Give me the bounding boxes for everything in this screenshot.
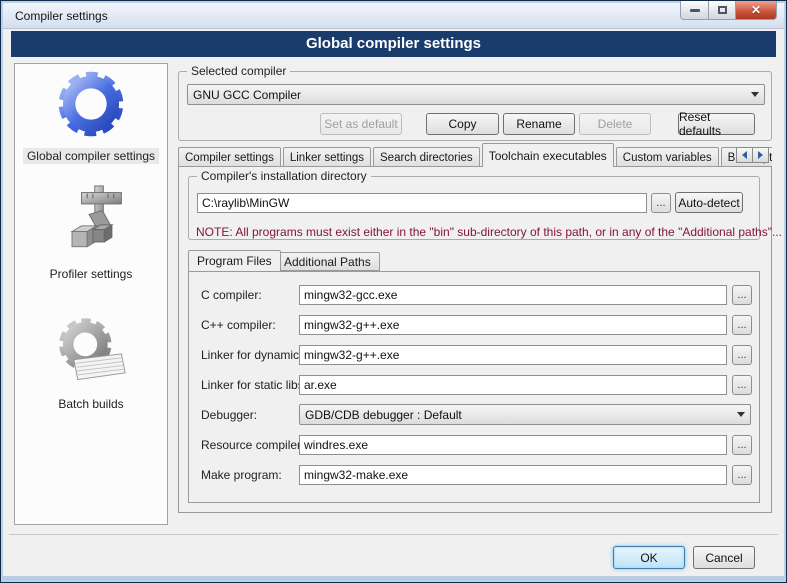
browse-make-program-button[interactable]: ... — [732, 465, 752, 485]
debugger-label: Debugger: — [201, 408, 257, 422]
tab-scroll-controls — [737, 147, 769, 163]
settings-tabstrip: Compiler settings Linker settings Search… — [178, 143, 772, 167]
tab-linker-settings[interactable]: Linker settings — [283, 147, 371, 167]
reset-defaults-label: Reset defaults — [679, 110, 754, 138]
ok-button[interactable]: OK — [613, 546, 685, 569]
page-title: Global compiler settings — [11, 31, 776, 57]
dynamic-linker-input[interactable] — [299, 345, 727, 365]
sidebar-item-global-compiler-settings[interactable]: Global compiler settings — [15, 66, 167, 164]
ellipsis-icon: ... — [737, 380, 746, 390]
copy-button[interactable]: Copy — [426, 113, 499, 135]
debugger-select[interactable]: GDB/CDB debugger : Default — [299, 404, 751, 425]
copy-label: Copy — [448, 117, 476, 131]
ellipsis-icon: ... — [737, 350, 746, 360]
cpp-compiler-label: C++ compiler: — [201, 318, 276, 332]
sidebar-item-profiler-settings[interactable]: Profiler settings — [15, 184, 167, 282]
debugger-select-value: GDB/CDB debugger : Default — [305, 408, 462, 422]
gear-icon — [53, 66, 129, 142]
toolchain-executables-panel: Compiler's installation directory ... Au… — [178, 166, 772, 513]
selected-compiler-legend: Selected compiler — [187, 64, 290, 78]
installation-directory-input[interactable] — [197, 193, 647, 213]
rename-label: Rename — [516, 117, 561, 131]
static-linker-input[interactable] — [299, 375, 727, 395]
close-button[interactable]: ✕ — [735, 1, 777, 20]
chevron-down-icon — [737, 412, 745, 417]
tab-additional-paths[interactable]: Additional Paths — [275, 252, 380, 271]
c-compiler-input[interactable] — [299, 285, 727, 305]
compiler-select-value: GNU GCC Compiler — [193, 88, 301, 102]
cancel-button[interactable]: Cancel — [693, 546, 755, 569]
browse-c-compiler-button[interactable]: ... — [732, 285, 752, 305]
ok-label: OK — [640, 551, 657, 565]
compiler-settings-dialog: Compiler settings ✕ Global compiler sett… — [0, 0, 787, 583]
minimize-icon — [690, 9, 700, 12]
browse-static-linker-button[interactable]: ... — [732, 375, 752, 395]
sidebar-item-label: Profiler settings — [46, 266, 137, 282]
c-compiler-label: C compiler: — [201, 288, 262, 302]
arrow-left-icon — [742, 151, 747, 159]
close-icon: ✕ — [751, 3, 761, 17]
tab-scroll-right-button[interactable] — [752, 147, 769, 163]
chevron-down-icon — [751, 92, 759, 97]
arrow-right-icon — [758, 151, 763, 159]
gear-papers-icon — [53, 314, 129, 390]
cpp-compiler-input[interactable] — [299, 315, 727, 335]
minimize-button[interactable] — [680, 1, 709, 20]
auto-detect-button[interactable]: Auto-detect — [675, 192, 743, 213]
browse-dynamic-linker-button[interactable]: ... — [732, 345, 752, 365]
ellipsis-icon: ... — [656, 198, 665, 208]
window-controls: ✕ — [681, 1, 777, 20]
set-as-default-label: Set as default — [324, 117, 397, 131]
tab-scroll-left-button[interactable] — [736, 147, 753, 163]
compiler-select[interactable]: GNU GCC Compiler — [187, 84, 765, 105]
bin-subdirectory-note: NOTE: All programs must exist either in … — [196, 225, 782, 239]
reset-defaults-button[interactable]: Reset defaults — [678, 113, 755, 135]
tab-toolchain-executables[interactable]: Toolchain executables — [482, 143, 614, 167]
ellipsis-icon: ... — [737, 470, 746, 480]
delete-button[interactable]: Delete — [579, 113, 651, 135]
tab-search-directories[interactable]: Search directories — [373, 147, 480, 167]
ellipsis-icon: ... — [737, 440, 746, 450]
footer-separator — [9, 534, 778, 535]
make-program-label: Make program: — [201, 468, 282, 482]
make-program-input[interactable] — [299, 465, 727, 485]
ellipsis-icon: ... — [737, 320, 746, 330]
cancel-label: Cancel — [705, 551, 742, 565]
maximize-button[interactable] — [708, 1, 736, 20]
browse-cpp-compiler-button[interactable]: ... — [732, 315, 752, 335]
tab-program-files[interactable]: Program Files — [188, 250, 281, 271]
auto-detect-label: Auto-detect — [678, 196, 739, 210]
sidebar-item-label: Batch builds — [54, 396, 127, 412]
resource-compiler-input[interactable] — [299, 435, 727, 455]
browse-resource-compiler-button[interactable]: ... — [732, 435, 752, 455]
caliper-icon — [53, 184, 129, 260]
rename-button[interactable]: Rename — [503, 113, 575, 135]
window-title: Compiler settings — [15, 9, 108, 23]
delete-label: Delete — [598, 117, 633, 131]
settings-sidebar: Global compiler settings — [14, 63, 168, 525]
selected-compiler-group: Selected compiler GNU GCC Compiler Set a… — [178, 71, 772, 141]
set-as-default-button[interactable]: Set as default — [320, 113, 402, 135]
sidebar-item-label: Global compiler settings — [23, 148, 159, 164]
browse-directory-button[interactable]: ... — [651, 193, 671, 213]
ellipsis-icon: ... — [737, 290, 746, 300]
resource-compiler-label: Resource compiler: — [201, 438, 304, 452]
static-linker-label: Linker for static libs: — [201, 378, 307, 392]
sidebar-item-batch-builds[interactable]: Batch builds — [15, 314, 167, 412]
tab-compiler-settings[interactable]: Compiler settings — [178, 147, 281, 167]
header-banner: Global compiler settings — [11, 31, 776, 57]
installation-directory-legend: Compiler's installation directory — [197, 169, 371, 183]
tab-custom-variables[interactable]: Custom variables — [616, 147, 719, 167]
title-bar[interactable]: Compiler settings — [3, 3, 784, 29]
maximize-icon — [718, 6, 727, 14]
program-files-panel: C compiler: ... C++ compiler: ... Linker… — [188, 271, 760, 503]
